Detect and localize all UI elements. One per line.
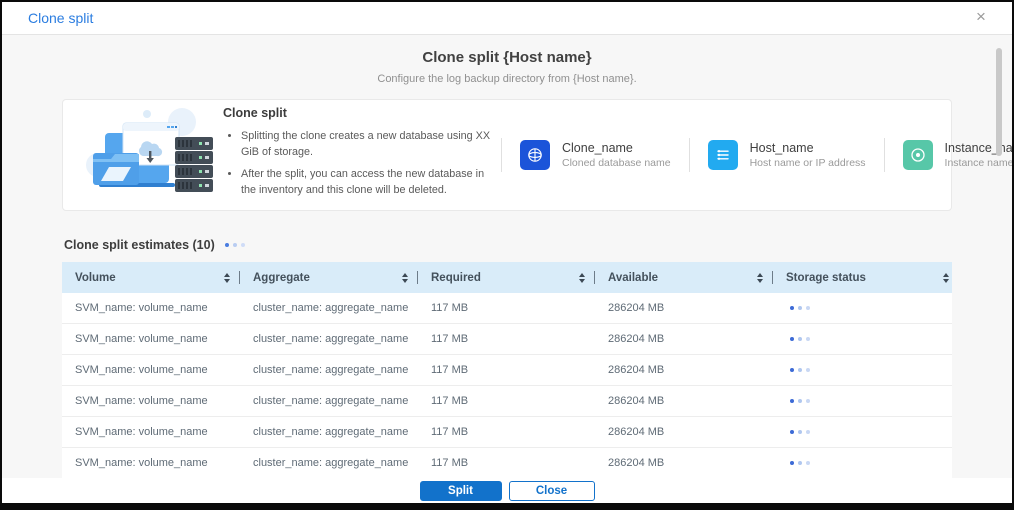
dialog-footer: Split Close: [2, 478, 1012, 503]
volume-cell: SVM_name: volume_name: [75, 395, 208, 407]
aggregate-cell: cluster_name: aggregate_name: [253, 364, 409, 376]
table-row[interactable]: SVM_name: volume_name cluster_name: aggr…: [62, 293, 952, 324]
table-row[interactable]: SVM_name: volume_name cluster_name: aggr…: [62, 386, 952, 417]
volume-cell: SVM_name: volume_name: [75, 457, 208, 469]
clone-icon: [520, 140, 550, 170]
status-loading-dots-icon: [790, 430, 810, 434]
instance-name-item: Instance_name Instance name: [885, 140, 1014, 170]
status-loading-dots-icon: [790, 368, 810, 372]
column-header-volume: Volume: [62, 262, 240, 293]
sort-icon[interactable]: [576, 271, 588, 285]
instance-name-label: Instance_name: [944, 141, 1013, 155]
clone-name-item: Clone_name Cloned database name: [502, 140, 689, 170]
status-loading-dots-icon: [790, 337, 810, 341]
available-cell: 286204 MB: [608, 395, 665, 407]
card-title: Clone split: [223, 105, 287, 120]
available-cell: 286204 MB: [608, 302, 665, 314]
instance-name-sublabel: Instance name: [944, 157, 1014, 169]
host-name-label: Host_name: [749, 141, 814, 155]
vertical-scrollbar[interactable]: [996, 48, 1002, 156]
aggregate-cell: cluster_name: aggregate_name: [253, 426, 409, 438]
sort-icon[interactable]: [399, 271, 411, 285]
aggregate-cell: cluster_name: aggregate_name: [253, 302, 409, 314]
page-title: Clone split {Host name}: [422, 49, 592, 66]
host-name-item: Host_name Host name or IP address: [690, 140, 884, 170]
status-loading-dots-icon: [790, 306, 810, 310]
aggregate-cell: cluster_name: aggregate_name: [253, 333, 409, 345]
host-icon: [707, 140, 738, 170]
host-name-sublabel: Host name or IP address: [749, 157, 866, 169]
card-bullet: Splitting the clone creates a new databa…: [241, 128, 495, 160]
clone-split-illustration: [63, 107, 223, 204]
storage-status-cell: [773, 386, 952, 416]
clone-name-sublabel: Cloned database name: [562, 157, 671, 169]
sort-icon[interactable]: [754, 271, 766, 285]
storage-status-cell: [773, 324, 952, 354]
table-row[interactable]: SVM_name: volume_name cluster_name: aggr…: [62, 355, 952, 386]
column-header-storage-status: Storage status: [773, 262, 952, 293]
clone-split-info-card: Clone split Splitting the clone creates …: [62, 99, 1012, 211]
sort-icon[interactable]: [221, 271, 233, 285]
required-cell: 117 MB: [431, 333, 469, 345]
table-header-row: Volume Aggregate Required Available Stor…: [62, 262, 952, 293]
column-header-required: Required: [418, 262, 595, 293]
storage-status-cell: [773, 417, 952, 447]
volume-cell: SVM_name: volume_name: [75, 426, 208, 438]
storage-status-cell: [773, 448, 952, 478]
volume-cell: SVM_name: volume_name: [75, 364, 208, 376]
card-bullet-list: Splitting the clone creates a new databa…: [241, 128, 495, 199]
required-cell: 117 MB: [431, 426, 469, 438]
close-icon[interactable]: ×: [970, 6, 992, 28]
storage-status-cell: [773, 293, 952, 323]
table-row[interactable]: SVM_name: volume_name cluster_name: aggr…: [62, 448, 952, 479]
status-loading-dots-icon: [790, 461, 810, 465]
available-cell: 286204 MB: [608, 364, 665, 376]
estimates-title: Clone split estimates (10): [64, 238, 215, 252]
available-cell: 286204 MB: [608, 426, 665, 438]
required-cell: 117 MB: [431, 364, 469, 376]
close-button[interactable]: Close: [508, 480, 595, 501]
available-cell: 286204 MB: [608, 333, 665, 345]
column-header-available: Available: [595, 262, 773, 293]
dialog-header: Clone split ×: [2, 2, 1012, 35]
loading-dots-icon: [224, 243, 245, 247]
table-row[interactable]: SVM_name: volume_name cluster_name: aggr…: [62, 324, 952, 355]
dialog-title: Clone split: [28, 10, 94, 26]
clone-name-label: Clone_name: [562, 141, 633, 155]
card-bullet: After the split, you can access the new …: [241, 166, 495, 198]
volume-cell: SVM_name: volume_name: [75, 302, 208, 314]
clone-split-description: Clone split Splitting the clone creates …: [223, 106, 501, 205]
status-loading-dots-icon: [790, 399, 810, 403]
split-button[interactable]: Split: [419, 480, 502, 501]
sort-icon[interactable]: [940, 271, 952, 285]
aggregate-cell: cluster_name: aggregate_name: [253, 457, 409, 469]
required-cell: 117 MB: [431, 302, 469, 314]
clone-split-dialog: Clone split × Clone split {Host name} Co…: [0, 0, 1014, 510]
required-cell: 117 MB: [431, 457, 469, 469]
page-subtitle: Configure the log backup directory from …: [377, 73, 637, 85]
aggregate-cell: cluster_name: aggregate_name: [253, 395, 409, 407]
estimates-heading-row: Clone split estimates (10): [64, 238, 245, 252]
estimates-table: Volume Aggregate Required Available Stor…: [62, 262, 952, 479]
storage-status-cell: [773, 355, 952, 385]
required-cell: 117 MB: [431, 395, 469, 407]
table-row[interactable]: SVM_name: volume_name cluster_name: aggr…: [62, 417, 952, 448]
column-header-aggregate: Aggregate: [240, 262, 418, 293]
volume-cell: SVM_name: volume_name: [75, 333, 208, 345]
available-cell: 286204 MB: [608, 457, 665, 469]
instance-icon: [902, 140, 933, 170]
